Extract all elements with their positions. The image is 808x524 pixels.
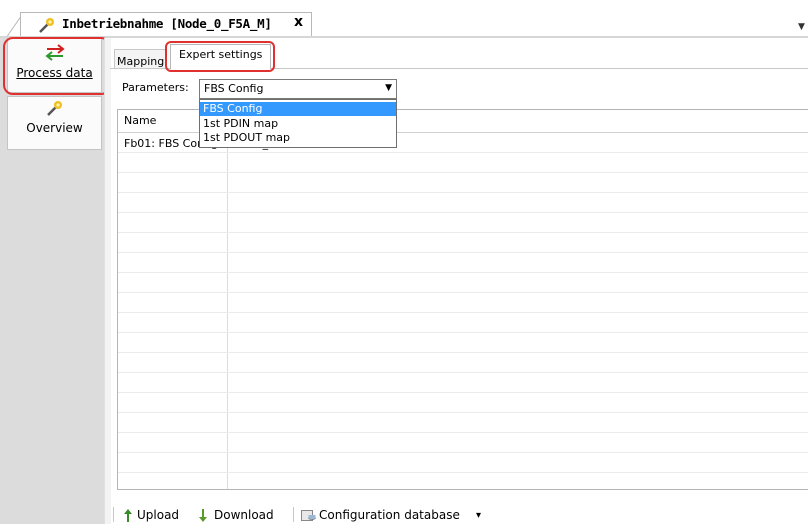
dropdown-option[interactable]: 1st PDOUT map — [200, 131, 396, 145]
parameter-grid: Name Fb01: FBS Config: Enable_DA — [117, 109, 808, 490]
parameters-label: Parameters: — [122, 81, 189, 94]
grid-row-line — [118, 272, 808, 293]
close-icon[interactable]: x — [294, 14, 303, 30]
grid-row-line — [118, 312, 808, 333]
parameters-dropdown-list[interactable]: FBS Config 1st PDIN map 1st PDOUT map — [199, 99, 397, 148]
grid-row-line — [118, 372, 808, 393]
side-navigation: Process data Overview — [0, 38, 104, 524]
tab-overflow-icon[interactable]: ▼ — [798, 22, 805, 32]
chevron-down-icon[interactable]: ▼ — [385, 83, 392, 93]
grid-row-line — [118, 412, 808, 433]
nav-item-label: Overview — [26, 121, 83, 135]
grid-row-line — [118, 392, 808, 413]
grid-row-line — [118, 232, 808, 253]
grid-row-line — [118, 192, 808, 213]
grid-row-line — [118, 152, 808, 173]
dropdown-option[interactable]: FBS Config — [200, 102, 396, 116]
grid-row-line — [118, 172, 808, 193]
bottom-toolbar: Upload Download Configuration database ▾ — [110, 504, 808, 524]
column-header-name[interactable]: Name — [124, 114, 156, 127]
grid-row-line — [118, 252, 808, 273]
parameters-select-value: FBS Config — [204, 82, 264, 95]
upload-button[interactable]: Upload — [137, 508, 179, 522]
dropdown-option[interactable]: 1st PDIN map — [200, 117, 396, 131]
configuration-database-button[interactable]: Configuration database — [319, 508, 460, 522]
wand-icon — [46, 101, 62, 116]
grid-row-line — [118, 472, 808, 489]
highlight-annotation — [165, 41, 275, 72]
grid-row-line — [118, 352, 808, 373]
toolbar-separator — [113, 507, 114, 522]
toolbar-separator — [293, 507, 294, 522]
grid-row-line — [118, 332, 808, 353]
document-tab-title: Inbetriebnahme [Node_0_F5A_M] — [62, 16, 272, 31]
parameters-select[interactable]: FBS Config ▼ — [199, 79, 397, 99]
chevron-down-icon[interactable]: ▾ — [476, 510, 481, 521]
highlight-annotation — [3, 37, 111, 95]
grid-row-line — [118, 432, 808, 453]
panel-splitter[interactable] — [104, 38, 111, 524]
nav-item-overview[interactable]: Overview — [7, 96, 102, 150]
grid-row-line — [118, 212, 808, 233]
database-icon — [301, 510, 316, 521]
upload-icon — [124, 509, 132, 522]
download-button[interactable]: Download — [214, 508, 274, 522]
grid-row-line — [118, 452, 808, 473]
tab-strip-border — [0, 36, 808, 38]
grid-row-line — [118, 292, 808, 313]
wand-icon — [39, 18, 54, 33]
tab-mapping[interactable]: Mapping — [114, 49, 168, 68]
download-icon — [199, 509, 207, 522]
